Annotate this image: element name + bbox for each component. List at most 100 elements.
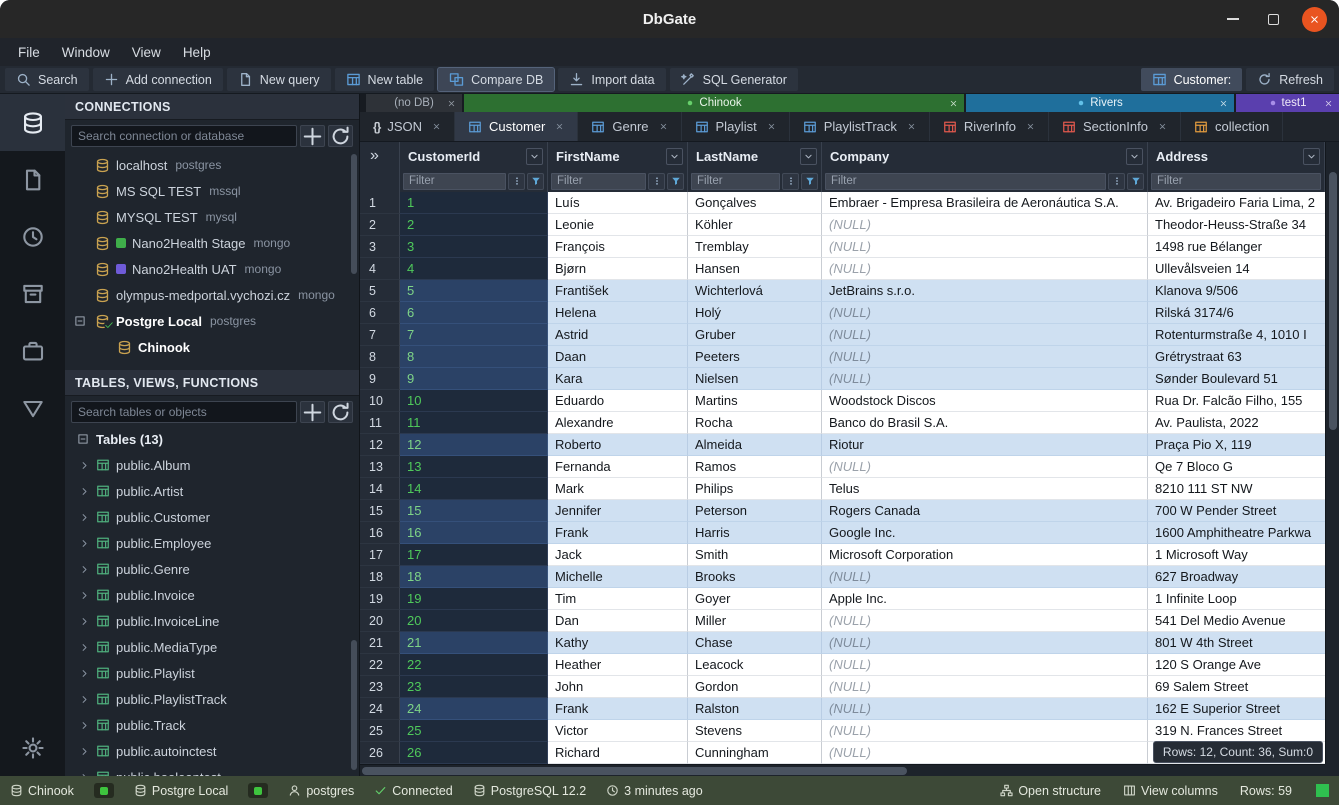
cell-lastname[interactable]: Philips [688,478,822,500]
cell-company[interactable]: (NULL) [822,258,1148,280]
filter-input-company[interactable] [825,173,1106,190]
grid-row-23[interactable]: 2323JohnGordon(NULL)69 Salem Street [360,676,1339,698]
status-connected[interactable]: Connected [374,784,452,798]
cell-firstname[interactable]: Mark [548,478,688,500]
column-header-lastname[interactable]: LastName [688,142,822,170]
cell-firstname[interactable]: Leonie [548,214,688,236]
cell-lastname[interactable]: Köhler [688,214,822,236]
cell-address[interactable]: Grétrystraat 63 [1148,346,1339,368]
cell-company[interactable]: Telus [822,478,1148,500]
close-icon[interactable] [447,99,456,108]
toolbar-new-table[interactable]: New table [335,68,435,91]
tab-json[interactable]: {}JSON [360,112,455,141]
cell-customerid[interactable]: 1 [400,192,548,214]
cell-firstname[interactable]: Richard [548,742,688,764]
cell-address[interactable]: Qe 7 Bloco G [1148,456,1339,478]
table-public-playlist[interactable]: public.Playlist [65,660,359,686]
status-rows-59[interactable]: Rows: 59 [1240,784,1292,798]
cell-company[interactable]: (NULL) [822,654,1148,676]
vertical-scrollbar[interactable] [1325,142,1339,764]
table-public-mediatype[interactable]: public.MediaType [65,634,359,660]
rail-triangle-button[interactable] [0,379,65,436]
cell-address[interactable]: 700 W Pender Street [1148,500,1339,522]
cell-lastname[interactable]: Holý [688,302,822,324]
cell-address[interactable]: 319 N. Frances Street [1148,720,1339,742]
grid-row-1[interactable]: 11LuísGonçalvesEmbraer - Empresa Brasile… [360,192,1339,214]
cell-company[interactable]: Woodstock Discos [822,390,1148,412]
toolbar-import-data[interactable]: Import data [558,68,665,91]
filter-menu-button[interactable] [1108,173,1125,190]
cell-company[interactable]: JetBrains s.r.o. [822,280,1148,302]
cell-address[interactable]: 1 Infinite Loop [1148,588,1339,610]
cell-customerid[interactable]: 10 [400,390,548,412]
grid-row-9[interactable]: 99KaraNielsen(NULL)Sønder Boulevard 51 [360,368,1339,390]
cell-company[interactable]: (NULL) [822,720,1148,742]
cell-customerid[interactable]: 23 [400,676,548,698]
rail-settings-button[interactable] [0,719,65,776]
cell-customerid[interactable]: 19 [400,588,548,610]
toolbar-add-connection[interactable]: Add connection [93,68,223,91]
toolbar-search[interactable]: Search [5,68,89,91]
cell-company[interactable]: Google Inc. [822,522,1148,544]
menu-help[interactable]: Help [173,42,221,63]
cell-company[interactable]: (NULL) [822,346,1148,368]
collapse-columns-button[interactable]: » [360,142,400,170]
close-icon[interactable] [1026,122,1035,131]
cell-firstname[interactable]: Michelle [548,566,688,588]
tables-scrollbar[interactable] [351,640,357,770]
connection-postgre-local[interactable]: Postgre Localpostgres [65,308,359,334]
tab-sectioninfo[interactable]: SectionInfo [1049,112,1181,141]
tables-group-toggle[interactable]: Tables (13) [65,426,359,452]
toolbar-compare-db[interactable]: Compare DB [438,68,554,91]
cell-firstname[interactable]: Helena [548,302,688,324]
grid-row-12[interactable]: 1212RobertoAlmeidaRioturPraça Pio X, 119 [360,434,1339,456]
table-public-invoice[interactable]: public.Invoice [65,582,359,608]
cell-lastname[interactable]: Leacock [688,654,822,676]
cell-customerid[interactable]: 2 [400,214,548,236]
column-header-company[interactable]: Company [822,142,1148,170]
cell-address[interactable]: Sønder Boulevard 51 [1148,368,1339,390]
cell-customerid[interactable]: 4 [400,258,548,280]
table-public-customer[interactable]: public.Customer [65,504,359,530]
cell-firstname[interactable]: Jack [548,544,688,566]
cell-lastname[interactable]: Ralston [688,698,822,720]
cell-address[interactable]: Praça Pio X, 119 [1148,434,1339,456]
cell-lastname[interactable]: Hansen [688,258,822,280]
cell-address[interactable]: 801 W 4th Street [1148,632,1339,654]
cell-lastname[interactable]: Miller [688,610,822,632]
grid-row-3[interactable]: 33FrançoisTremblay(NULL)1498 rue Bélange… [360,236,1339,258]
cell-firstname[interactable]: Frank [548,698,688,720]
cell-address[interactable]: Rua Dr. Falcão Filho, 155 [1148,390,1339,412]
status-view-columns[interactable]: View columns [1123,784,1218,798]
cell-address[interactable]: 162 E Superior Street [1148,698,1339,720]
cell-company[interactable]: (NULL) [822,214,1148,236]
column-menu-button[interactable] [800,148,817,165]
table-public-invoiceline[interactable]: public.InvoiceLine [65,608,359,634]
tab-playlist[interactable]: Playlist [682,112,790,141]
tab-playlisttrack[interactable]: PlaylistTrack [790,112,930,141]
grid-row-18[interactable]: 1818MichelleBrooks(NULL)627 Broadway [360,566,1339,588]
horizontal-scrollbar[interactable] [360,764,1325,776]
cell-lastname[interactable]: Gordon [688,676,822,698]
cell-company[interactable]: (NULL) [822,742,1148,764]
cell-address[interactable]: 1498 rue Bélanger [1148,236,1339,258]
toolbar-sql-generator[interactable]: SQL Generator [670,68,798,91]
cell-address[interactable]: Klanova 9/506 [1148,280,1339,302]
cell-address[interactable]: 541 Del Medio Avenue [1148,610,1339,632]
grid-row-24[interactable]: 2424FrankRalston(NULL)162 E Superior Str… [360,698,1339,720]
grid-row-20[interactable]: 2020DanMiller(NULL)541 Del Medio Avenue [360,610,1339,632]
rail-database-button[interactable] [0,94,65,151]
cell-address[interactable]: Rilská 3174/6 [1148,302,1339,324]
column-header-firstname[interactable]: FirstName [548,142,688,170]
grid-row-25[interactable]: 2525VictorStevens(NULL)319 N. Frances St… [360,720,1339,742]
cell-company[interactable]: (NULL) [822,368,1148,390]
cell-lastname[interactable]: Peeters [688,346,822,368]
cell-company[interactable]: Riotur [822,434,1148,456]
table-public-artist[interactable]: public.Artist [65,478,359,504]
filter-input-firstname[interactable] [551,173,646,190]
filter-input-customerid[interactable] [403,173,506,190]
status-chinook[interactable]: Chinook [10,784,74,798]
menu-view[interactable]: View [122,42,171,63]
cell-address[interactable]: 1600 Amphitheatre Parkwa [1148,522,1339,544]
status-postgre-local[interactable]: Postgre Local [134,784,228,798]
